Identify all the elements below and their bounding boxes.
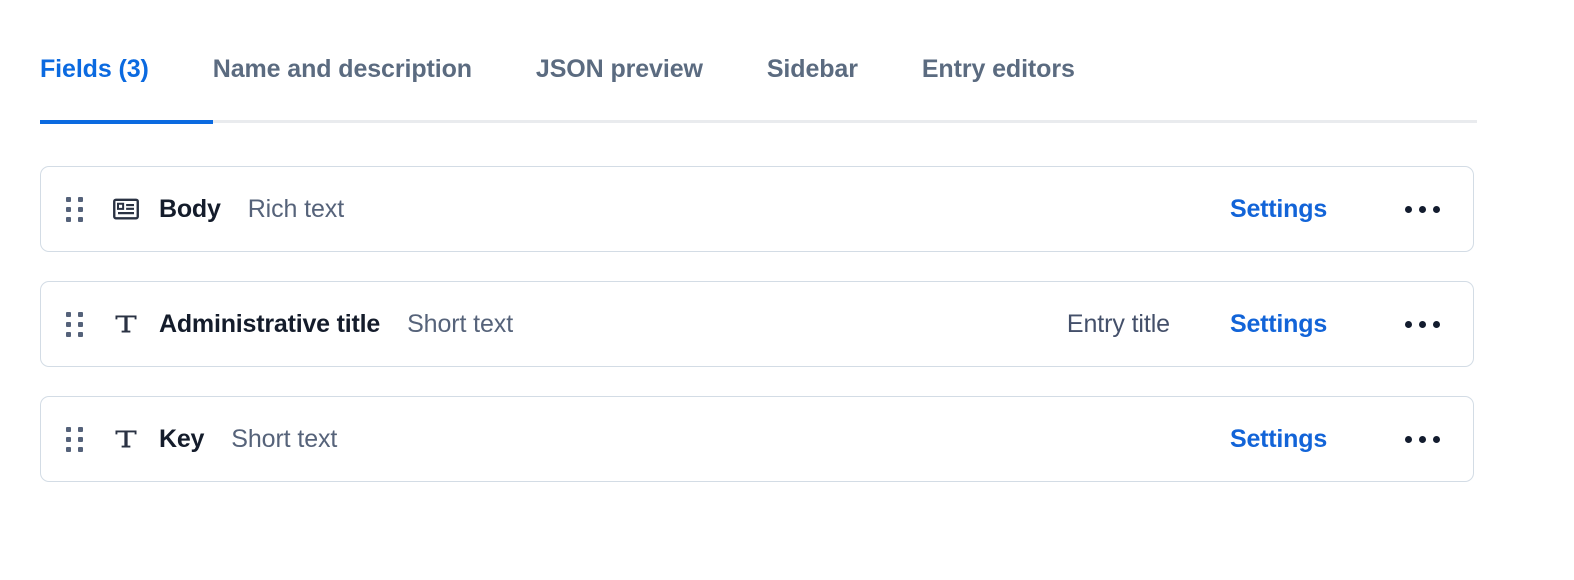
short-text-icon [109,422,143,456]
tab-fields[interactable]: Fields (3) [40,57,181,104]
tab-active-indicator [40,120,213,124]
field-row[interactable]: Key Short text Settings [40,396,1474,482]
tab-json-preview[interactable]: JSON preview [504,57,735,104]
field-name: Key [159,424,205,453]
field-actions-menu-icon[interactable] [1395,189,1449,229]
field-row[interactable]: Administrative title Short text Entry titl… [40,281,1474,367]
field-type: Short text [407,309,514,338]
field-name: Body [159,194,221,223]
field-list: Body Rich text Settings Administrative titl… [40,166,1474,482]
tab-underline-track [40,120,1477,123]
field-type: Short text [231,424,338,453]
drag-handle-icon[interactable] [63,426,85,452]
content-model-fields-page: Fields (3) Name and description JSON previ… [0,0,1574,580]
tab-list: Fields (3) Name and description JSON previ… [40,44,1477,104]
drag-handle-icon[interactable] [63,311,85,337]
field-actions-menu-icon[interactable] [1395,304,1449,344]
field-settings-link[interactable]: Settings [1230,425,1385,454]
tab-entry-editors[interactable]: Entry editors [890,57,1107,104]
field-settings-link[interactable]: Settings [1230,310,1385,339]
field-settings-link[interactable]: Settings [1230,195,1385,224]
field-flag-badge: Entry title [1066,309,1170,338]
tab-sidebar[interactable]: Sidebar [735,57,890,104]
tab-name-and-description[interactable]: Name and description [181,57,504,104]
drag-handle-icon[interactable] [63,196,85,222]
field-type: Rich text [247,194,345,223]
field-name: Administrative title [159,309,381,338]
tab-bar: Fields (3) Name and description JSON previ… [40,44,1477,124]
short-text-icon [109,307,143,341]
field-actions-menu-icon[interactable] [1395,419,1449,459]
field-row[interactable]: Body Rich text Settings [40,166,1474,252]
rich-text-icon [109,192,143,226]
